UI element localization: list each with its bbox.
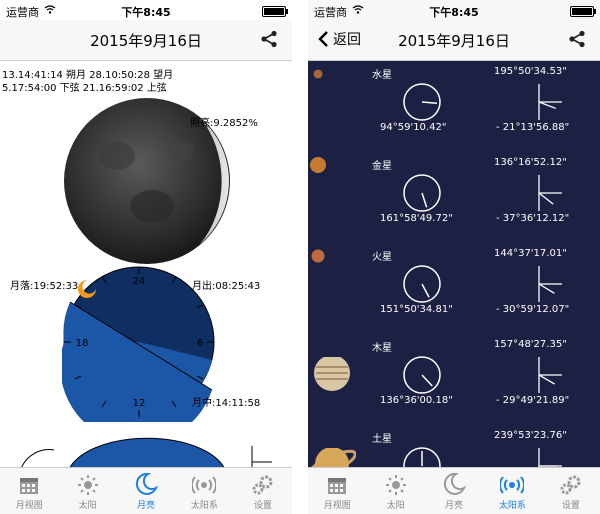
tab-sun[interactable]: 太阳 xyxy=(366,468,424,514)
planet-altitude: - 37°36'12.12" xyxy=(496,213,570,224)
tab-label: 设置 xyxy=(253,501,272,511)
tab-label: 月亮 xyxy=(445,501,464,511)
tab-label: 太阳系 xyxy=(498,501,526,511)
tab-label: 月视图 xyxy=(15,501,43,511)
tab-bar: 月视图 太阳 月亮 太阳系 设置 xyxy=(0,467,292,514)
moon-crescent-icon xyxy=(78,280,96,298)
altitude-indicator xyxy=(538,266,562,302)
planet-row[interactable]: 水星 195°50'34.53" 94°59'10.42" - 21°13'56.88… xyxy=(308,62,600,154)
planet-image xyxy=(310,157,326,173)
tab-sun[interactable]: 太阳 xyxy=(58,468,116,514)
tab-label: 设置 xyxy=(561,501,580,511)
planet-altitude: - 30°59'12.07" xyxy=(496,304,570,315)
phase-times-line2: 5.17:54:00 下弦 21.16:59:02 上弦 xyxy=(2,83,167,94)
battery-icon xyxy=(262,6,288,17)
page-title: 2015年9月16日 xyxy=(398,32,510,50)
dial-label-18: 18 xyxy=(76,338,89,349)
broadcast-icon xyxy=(500,476,525,494)
broadcast-icon xyxy=(192,476,217,494)
planet-image xyxy=(313,69,323,79)
tab-month-view[interactable]: 月视图 xyxy=(0,468,58,514)
sun-icon xyxy=(77,475,98,495)
planet-azimuth: 161°58'49.72" xyxy=(380,213,453,224)
tab-label: 月视图 xyxy=(323,501,351,511)
status-time: 下午8:45 xyxy=(121,6,171,19)
altitude-indicator xyxy=(538,84,562,120)
planet-name: 土星 xyxy=(372,434,392,445)
planets-screen: 运营商 下午8:45 返回 2015年9月16日 水星 195°50'34.53"… xyxy=(308,0,600,514)
azimuth-dial xyxy=(403,174,441,212)
planet-right-ascension: 157°48'27.35" xyxy=(494,339,567,350)
moon-icon xyxy=(135,472,159,495)
nav-bar: 返回 2015年9月16日 xyxy=(308,20,600,61)
dial-label-12: 12 xyxy=(133,398,146,409)
altitude-indicator xyxy=(538,357,562,393)
planet-right-ascension: 136°16'52.12" xyxy=(494,157,567,168)
tab-label: 月亮 xyxy=(137,501,156,511)
illumination-label: 照亮:9.2852% xyxy=(190,118,258,129)
altitude-indicator xyxy=(538,175,562,211)
share-icon[interactable] xyxy=(568,30,586,48)
azimuth-dial xyxy=(403,356,441,394)
nav-bar: 2015年9月16日 xyxy=(0,20,292,61)
gear-icon xyxy=(560,475,581,495)
planet-altitude: - 29°49'21.89" xyxy=(496,395,570,406)
sun-icon xyxy=(385,475,406,495)
moonset-label: 月落:19:52:33 xyxy=(10,281,79,292)
planet-name: 水星 xyxy=(372,70,392,81)
status-bar: 运营商 下午8:45 xyxy=(0,0,292,20)
planet-image xyxy=(314,357,350,391)
page-title: 2015年9月16日 xyxy=(90,32,202,50)
azimuth-dial xyxy=(403,265,441,303)
tab-label: 太阳系 xyxy=(190,501,218,511)
planet-image xyxy=(311,249,325,263)
tab-moon[interactable]: 月亮 xyxy=(425,468,483,514)
planet-azimuth: 136°36'00.18" xyxy=(380,395,453,406)
gear-icon xyxy=(252,475,273,495)
planet-row[interactable]: 火星 144°37'17.01" 151°50'34.81" - 30°59'12.0… xyxy=(308,244,600,336)
moon-icon xyxy=(443,472,467,495)
planet-altitude: - 21°13'56.88" xyxy=(496,122,570,133)
status-bar: 运营商 下午8:45 xyxy=(308,0,600,20)
tab-settings[interactable]: 设置 xyxy=(542,468,600,514)
planet-right-ascension: 239°53'23.76" xyxy=(494,430,567,441)
planet-row[interactable]: 木星 157°48'27.35" 136°36'00.18" - 29°49'21.8… xyxy=(308,335,600,427)
share-icon[interactable] xyxy=(260,30,278,48)
tab-settings[interactable]: 设置 xyxy=(234,468,292,514)
planet-azimuth: 94°59'10.42" xyxy=(380,122,447,133)
dial-label-24: 24 xyxy=(133,276,146,287)
tab-bar: 月视图 太阳 月亮 太阳系 设置 xyxy=(308,467,600,514)
status-time: 下午8:45 xyxy=(429,6,479,19)
planet-name: 木星 xyxy=(372,343,392,354)
tab-label: 太阳 xyxy=(386,501,405,511)
calendar-icon xyxy=(20,478,39,494)
transit-label: 月中:14:11:58 xyxy=(192,398,261,409)
moonrise-label: 月出:08:25:43 xyxy=(192,281,261,292)
tab-moon[interactable]: 月亮 xyxy=(117,468,175,514)
planet-azimuth: 151°50'34.81" xyxy=(380,304,453,315)
tab-solar-system[interactable]: 太阳系 xyxy=(175,468,233,514)
calendar-icon xyxy=(328,478,347,494)
dial-label-6: 6 xyxy=(197,338,203,349)
planet-right-ascension: 144°37'17.01" xyxy=(494,248,567,259)
tab-solar-system[interactable]: 太阳系 xyxy=(483,468,541,514)
moon-screen: 运营商 下午8:45 2015年9月16日 13.14:41:14 朔月 28.… xyxy=(0,0,292,514)
planet-right-ascension: 195°50'34.53" xyxy=(494,66,567,77)
tab-month-view[interactable]: 月视图 xyxy=(308,468,366,514)
planet-name: 金星 xyxy=(372,161,392,172)
planet-row[interactable]: 金星 136°16'52.12" 161°58'49.72" - 37°36'12.1… xyxy=(308,153,600,245)
battery-icon xyxy=(570,6,596,17)
next-section-preview xyxy=(19,437,272,472)
azimuth-dial xyxy=(403,83,441,121)
planet-name: 火星 xyxy=(372,252,392,263)
screen-divider xyxy=(292,0,308,514)
tab-label: 太阳 xyxy=(78,501,97,511)
